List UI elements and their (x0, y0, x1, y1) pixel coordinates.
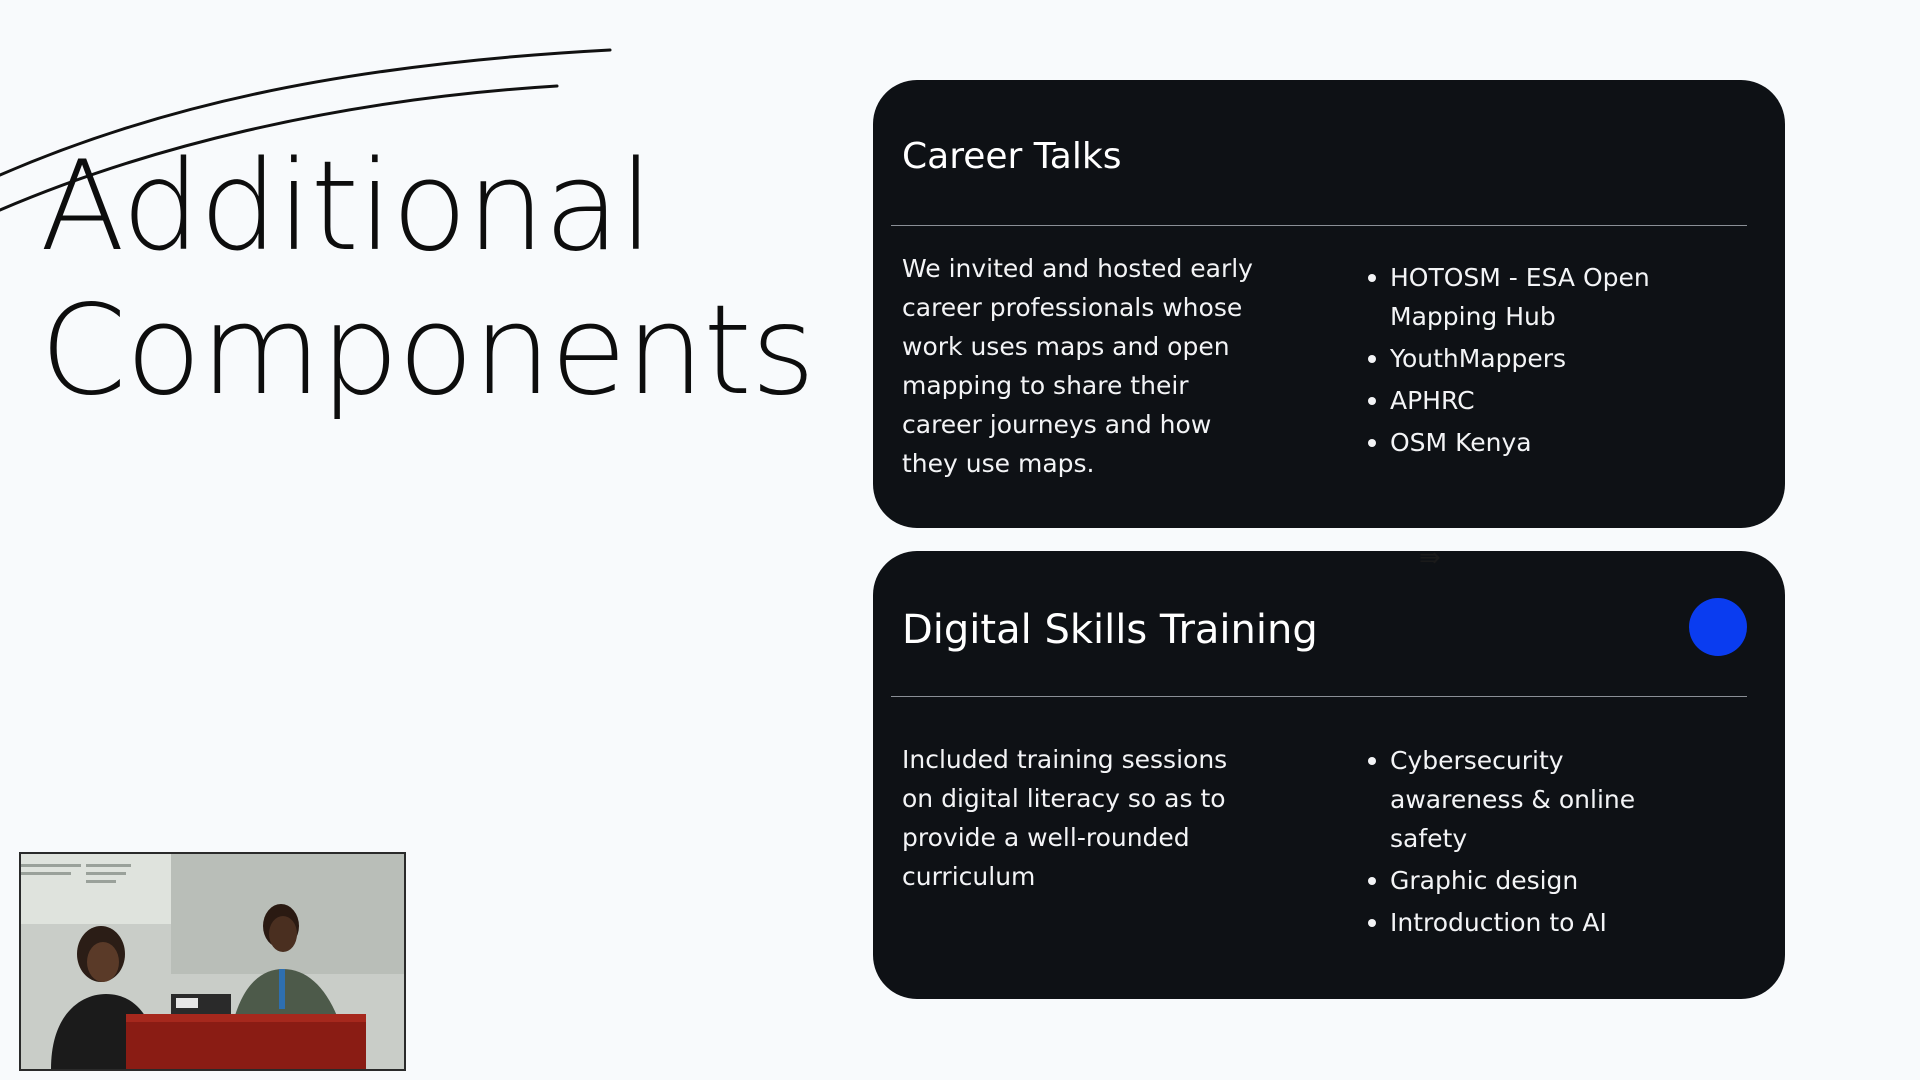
webcam-scene-image (21, 854, 404, 1069)
bullet-item: Graphic design (1366, 861, 1696, 900)
bullet-item: HOTOSM - ESA Open Mapping Hub (1366, 258, 1696, 336)
slide-title: Additional Components (40, 135, 816, 423)
card-divider (891, 696, 1747, 697)
digital-skills-training-card: Digital Skills Training Included trainin… (873, 551, 1785, 999)
card-title: Career Talks (902, 136, 1122, 177)
webcam-video-feed[interactable] (19, 852, 406, 1071)
bullet-item: APHRC (1366, 381, 1696, 420)
bullet-item: Cybersecurity awareness & online safety (1366, 741, 1696, 858)
career-talks-card: Career Talks We invited and hosted early… (873, 80, 1785, 528)
slide-title-line-1: Additional (40, 135, 653, 279)
card-description: Included training sessions on digital li… (902, 745, 1228, 891)
bullet-item: YouthMappers (1366, 339, 1696, 378)
presentation-slide: Additional Components Career Talks We in… (0, 0, 1920, 1080)
card-title: Digital Skills Training (902, 607, 1318, 653)
card-divider (891, 225, 1747, 226)
card-bullet-list: HOTOSM - ESA Open Mapping Hub YouthMappe… (1366, 258, 1696, 465)
bullet-item: Introduction to AI (1366, 903, 1696, 942)
slide-title-line-2: Components (40, 279, 816, 423)
bullet-item: OSM Kenya (1366, 423, 1696, 462)
card-bullet-list: Cybersecurity awareness & online safety … (1366, 741, 1696, 945)
accent-dot-icon (1689, 598, 1747, 656)
move-cursor-icon: ⇛ (1419, 543, 1441, 573)
card-description: We invited and hosted early career profe… (902, 254, 1253, 478)
